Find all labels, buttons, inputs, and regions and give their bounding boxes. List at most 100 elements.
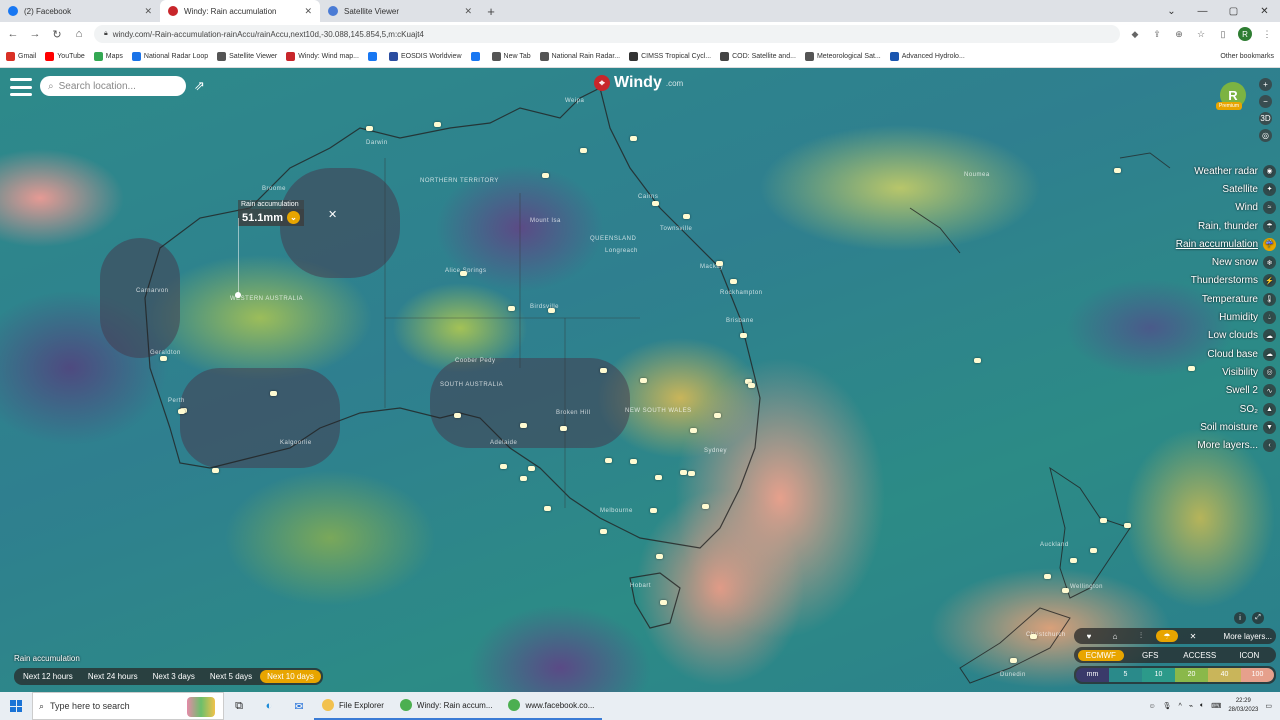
city-marker[interactable] [748, 383, 755, 388]
city-marker[interactable] [630, 459, 637, 464]
city-marker[interactable] [683, 214, 690, 219]
layer-item[interactable]: Rain accumulation ☔ [1160, 235, 1280, 253]
city-marker[interactable] [740, 333, 747, 338]
city-marker[interactable] [548, 308, 555, 313]
bookmark-item[interactable]: National Radar Loop [131, 52, 208, 61]
accumulation-option[interactable]: Next 10 days [260, 670, 321, 683]
favorite-icon[interactable]: ♥ [1078, 630, 1100, 642]
bookmark-item[interactable]: Gmail [6, 52, 36, 61]
task-view-icon[interactable]: ⧉ [224, 692, 254, 720]
accumulation-option[interactable]: Next 3 days [146, 670, 202, 683]
close-tab-icon[interactable]: ✕ [464, 6, 472, 17]
more-layers-link[interactable]: More layers... [1224, 632, 1272, 641]
extension-icon[interactable]: ◆ [1128, 27, 1142, 41]
city-marker[interactable] [660, 600, 667, 605]
bookmark-item[interactable]: Windy: Wind map... [286, 52, 359, 61]
bookmark-item[interactable] [470, 52, 483, 61]
city-marker[interactable] [580, 148, 587, 153]
layer-item[interactable]: Temperature 🌡︎ [1160, 290, 1280, 308]
accumulation-option[interactable]: Next 24 hours [81, 670, 145, 683]
city-marker[interactable] [528, 466, 535, 471]
mail-icon[interactable]: ✉ [284, 692, 314, 720]
search-location-input[interactable]: ⌕ Search location... [40, 76, 186, 96]
tab-search-icon[interactable]: ⌄ [1156, 0, 1187, 22]
bookmark-item[interactable]: New Tab [491, 52, 531, 61]
city-marker[interactable] [702, 504, 709, 509]
city-marker[interactable] [520, 423, 527, 428]
other-bookmarks[interactable]: Other bookmarks [1220, 53, 1274, 60]
city-marker[interactable] [1044, 574, 1051, 579]
zoom-out-icon[interactable]: − [1259, 95, 1272, 108]
city-marker[interactable] [454, 413, 461, 418]
city-marker[interactable] [270, 391, 277, 396]
bookmark-item[interactable]: National Rain Radar... [539, 52, 620, 61]
city-marker[interactable] [212, 468, 219, 473]
city-marker[interactable] [1070, 558, 1077, 563]
3d-icon[interactable]: 3D [1259, 112, 1272, 125]
city-marker[interactable] [688, 471, 695, 476]
taskbar-app[interactable]: Windy: Rain accum... [391, 692, 501, 720]
city-marker[interactable] [655, 475, 662, 480]
city-marker[interactable] [974, 358, 981, 363]
city-marker[interactable] [680, 470, 687, 475]
close-overlay-icon[interactable]: ✕ [1182, 630, 1204, 642]
popup-close-icon[interactable]: ✕ [328, 208, 337, 221]
close-window-icon[interactable]: ✕ [1249, 0, 1280, 22]
layer-item[interactable]: Low clouds ☁ [1160, 327, 1280, 345]
tray-chevron-icon[interactable]: ^ [1179, 703, 1182, 710]
layer-item[interactable]: More layers... ‹ [1160, 436, 1280, 454]
share-icon[interactable]: ⇪ [1150, 27, 1164, 41]
bookmark-item[interactable]: Maps [93, 52, 123, 61]
profile-avatar[interactable]: R [1238, 27, 1252, 41]
layer-item[interactable]: Weather radar ◉ [1160, 162, 1280, 180]
back-icon[interactable]: ← [6, 28, 20, 40]
share-icon[interactable]: ⇗ [194, 78, 205, 94]
city-marker[interactable] [544, 506, 551, 511]
model-option[interactable]: ACCESS [1177, 650, 1223, 661]
windows-start-button[interactable] [0, 692, 32, 720]
city-marker[interactable] [508, 306, 515, 311]
city-marker[interactable] [656, 554, 663, 559]
city-marker[interactable] [690, 428, 697, 433]
close-tab-icon[interactable]: ✕ [304, 6, 312, 17]
bookmark-item[interactable]: Satellite Viewer [217, 52, 277, 61]
city-marker[interactable] [1010, 658, 1017, 663]
forward-icon[interactable]: → [28, 28, 42, 40]
bookmark-item[interactable] [367, 52, 380, 61]
address-bar[interactable]: 🔒︎ windy.com/-Rain-accumulation-rainAccu… [94, 25, 1120, 43]
bookmark-item[interactable]: Meteorological Sat... [804, 52, 881, 61]
city-marker[interactable] [652, 201, 659, 206]
city-marker[interactable] [1030, 634, 1037, 639]
model-option[interactable]: ECMWF [1078, 649, 1124, 661]
model-option[interactable]: ICON [1227, 650, 1273, 661]
rain-overlay-icon[interactable]: ☂ [1156, 630, 1178, 642]
city-marker[interactable] [1062, 588, 1069, 593]
city-marker[interactable] [520, 476, 527, 481]
layer-item[interactable]: Satellite ✦ [1160, 180, 1280, 198]
network-icon[interactable]: ⌁ [1189, 702, 1193, 710]
new-tab-button[interactable]: + [480, 0, 502, 22]
notification-icon[interactable]: ▭ [1265, 702, 1272, 710]
locate-icon[interactable]: ◎ [1259, 129, 1272, 142]
taskbar-app[interactable]: File Explorer [314, 692, 392, 720]
bookmark-item[interactable]: CIMSS Tropical Cycl... [629, 52, 711, 61]
microphone-icon[interactable]: 🎙︎ [1163, 702, 1172, 710]
browser-tab-satellite[interactable]: Satellite Viewer ✕ [320, 0, 480, 22]
city-marker[interactable] [650, 508, 657, 513]
edge-icon[interactable]: ◐ [254, 692, 284, 720]
model-option[interactable]: GFS [1128, 650, 1174, 661]
city-marker[interactable] [560, 426, 567, 431]
keyboard-icon[interactable]: ⌨ [1211, 702, 1221, 710]
close-tab-icon[interactable]: ✕ [144, 6, 152, 17]
city-marker[interactable] [178, 409, 185, 414]
city-marker[interactable] [716, 261, 723, 266]
reload-icon[interactable]: ↻ [50, 28, 64, 41]
zoom-in-icon[interactable]: + [1259, 78, 1272, 91]
zoom-icon[interactable]: ⊕ [1172, 27, 1186, 41]
accumulation-option[interactable]: Next 12 hours [16, 670, 80, 683]
volume-icon[interactable]: 🔈︎ [1200, 702, 1204, 710]
city-marker[interactable] [600, 368, 607, 373]
layer-item[interactable]: Soil moisture ▼ [1160, 418, 1280, 436]
bookmark-star-icon[interactable]: ☆ [1194, 27, 1208, 41]
taskbar-app[interactable]: www.facebook.co... [500, 692, 603, 720]
